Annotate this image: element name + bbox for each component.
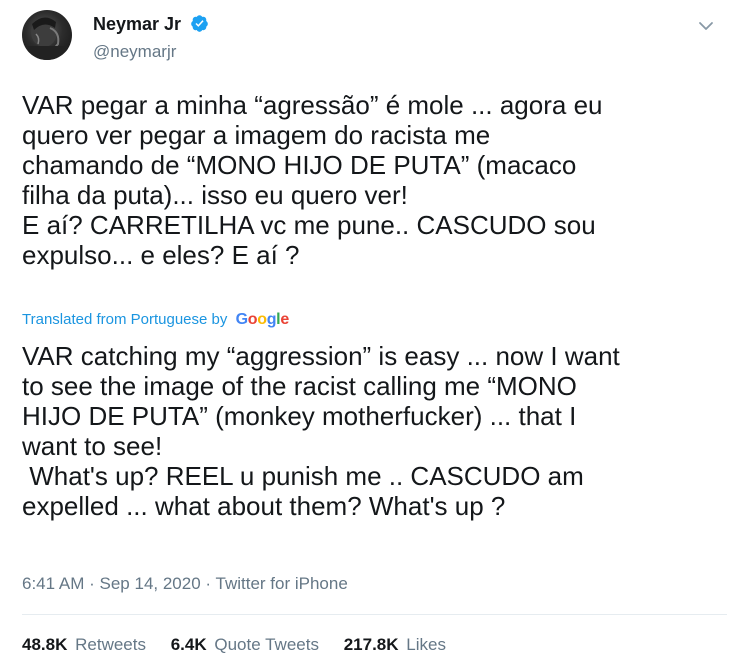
tweet-date[interactable]: Sep 14, 2020 <box>100 574 201 593</box>
translated-from-label[interactable]: Translated from Portuguese by <box>22 311 227 328</box>
tweet-stats: 48.8K Retweets 6.4K Quote Tweets 217.8K … <box>22 634 466 656</box>
retweets-count: 48.8K <box>22 635 68 654</box>
author-names: Neymar Jr @neymarjr <box>93 13 209 63</box>
tweet-translated-text: VAR catching my “aggression” is easy ...… <box>22 341 620 521</box>
likes-count: 217.8K <box>343 635 399 654</box>
likes-label: Likes <box>406 635 446 654</box>
google-logo[interactable]: Google <box>236 311 290 328</box>
tweet-header: Neymar Jr @neymarjr <box>22 10 722 70</box>
chevron-down-icon[interactable] <box>694 14 718 38</box>
quote-tweets-label: Quote Tweets <box>214 635 319 654</box>
meta-separator: · <box>205 574 212 593</box>
retweets-label: Retweets <box>75 635 146 654</box>
quote-tweets-stat[interactable]: 6.4K Quote Tweets <box>171 634 319 656</box>
tweet-source[interactable]: Twitter for iPhone <box>216 574 348 593</box>
quote-tweets-count: 6.4K <box>170 635 207 654</box>
meta-separator: · <box>89 574 95 593</box>
likes-stat[interactable]: 217.8K Likes <box>344 634 446 656</box>
author-display-name[interactable]: Neymar Jr <box>93 13 181 35</box>
retweets-stat[interactable]: 48.8K Retweets <box>22 634 146 656</box>
tweet-original-text: VAR pegar a minha “agressão” é mole ... … <box>22 90 603 270</box>
tweet-metadata: 6:41 AM · Sep 14, 2020 · Twitter for iPh… <box>22 573 348 595</box>
verified-badge-icon <box>190 14 209 38</box>
author-handle[interactable]: @neymarjr <box>93 41 209 63</box>
translation-attribution: Translated from Portuguese by Google <box>22 310 289 330</box>
divider <box>22 614 727 615</box>
tweet-detail: Neymar Jr @neymarjr VAR pegar a minha “a… <box>0 0 745 663</box>
avatar[interactable] <box>22 10 72 60</box>
tweet-time[interactable]: 6:41 AM <box>22 574 84 593</box>
